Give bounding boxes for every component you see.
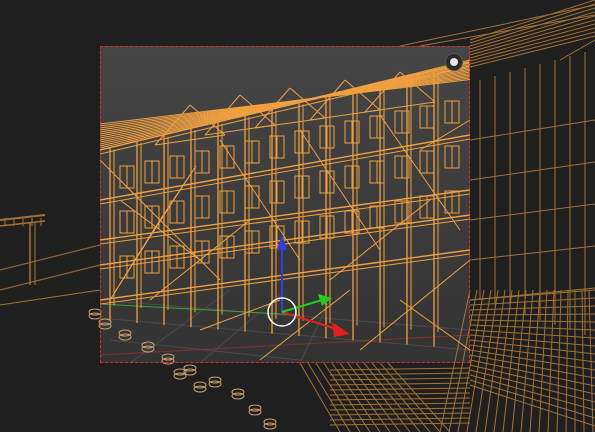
3d-viewport[interactable] (0, 0, 595, 432)
camera-view-icon[interactable] (445, 53, 463, 71)
render-region-border[interactable] (100, 46, 470, 363)
